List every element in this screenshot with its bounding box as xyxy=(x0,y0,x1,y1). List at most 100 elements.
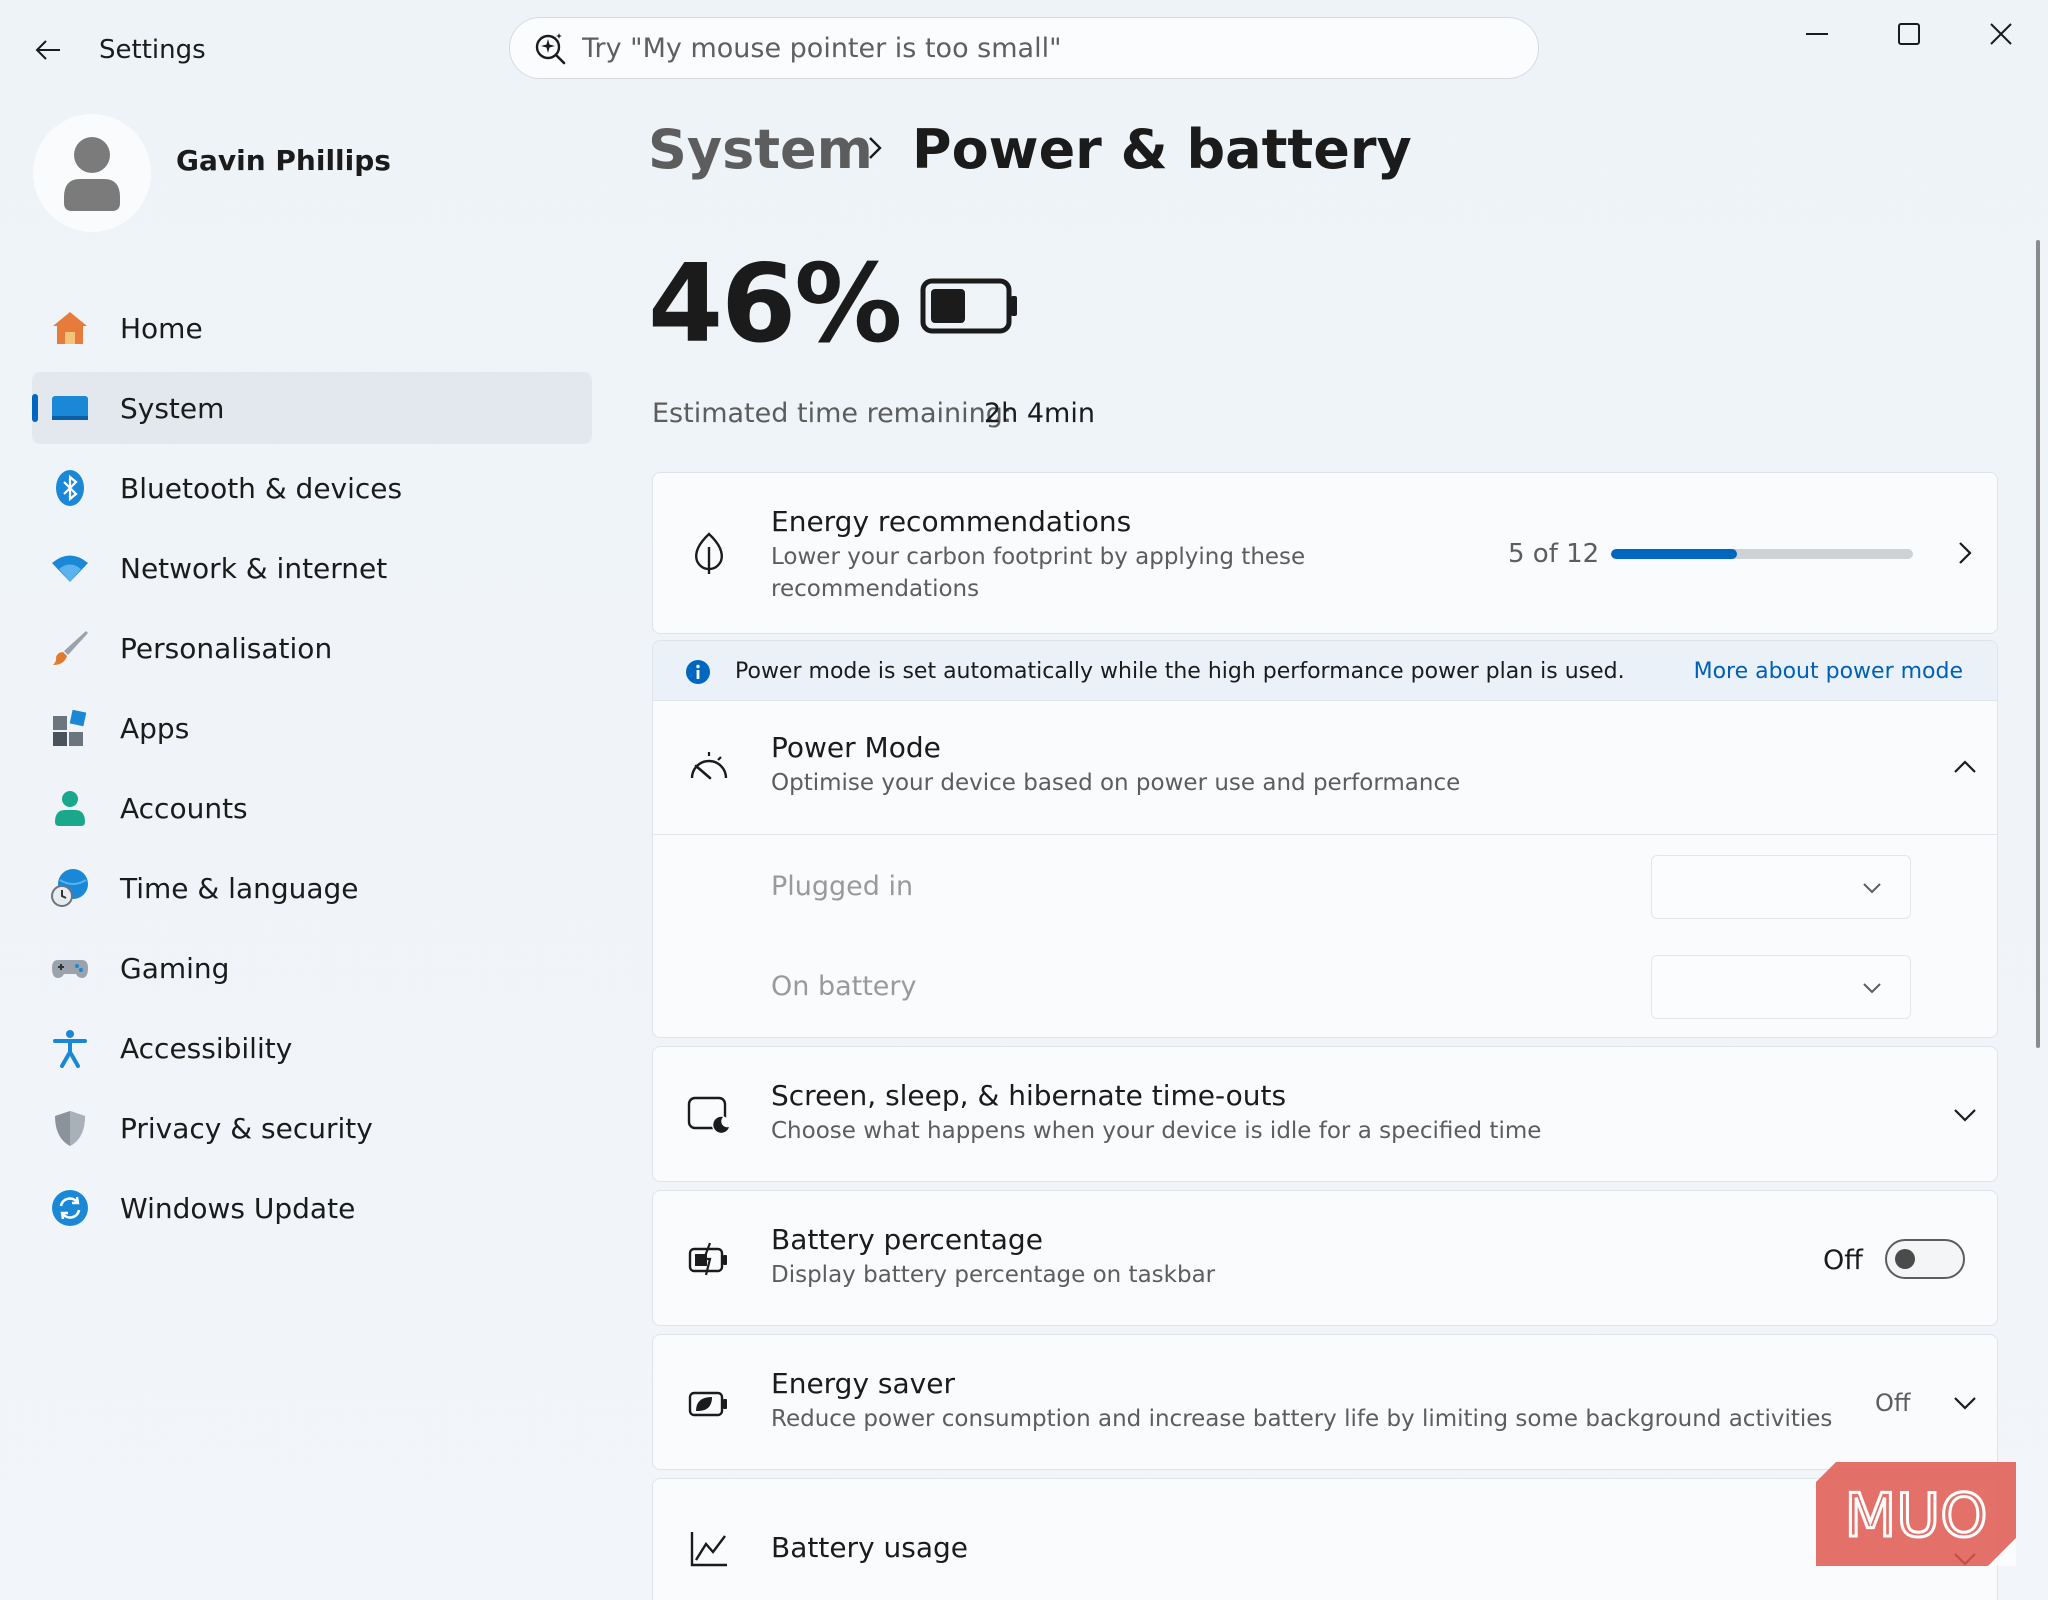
sidebar-item-label: Privacy & security xyxy=(120,1111,373,1145)
sidebar-item-system[interactable]: System xyxy=(32,372,592,444)
recommendations-progress-fill xyxy=(1611,549,1737,559)
more-about-power-mode-link[interactable]: More about power mode xyxy=(1694,659,1963,684)
energy-saver-card[interactable]: Energy saver Reduce power consumption an… xyxy=(652,1334,1998,1470)
shield-icon xyxy=(48,1106,92,1150)
accounts-icon xyxy=(48,786,92,830)
scrollbar[interactable] xyxy=(2036,240,2040,1048)
user-name: Gavin Phillips xyxy=(176,144,391,177)
battery-usage-card[interactable]: Battery usage xyxy=(652,1478,1998,1600)
energy-saver-title: Energy saver xyxy=(771,1367,955,1400)
sidebar-item-windows-update[interactable]: Windows Update xyxy=(32,1172,592,1244)
chevron-down-icon xyxy=(1947,1097,1983,1133)
screen-moon-icon xyxy=(687,1093,731,1137)
sidebar-item-label: Apps xyxy=(120,711,190,745)
battery-percentage-toggle[interactable] xyxy=(1885,1239,1965,1279)
sidebar-item-label: Accounts xyxy=(120,791,248,825)
search-box[interactable] xyxy=(509,17,1539,79)
close-icon xyxy=(1990,23,2012,45)
screen-sleep-card[interactable]: Screen, sleep, & hibernate time-outs Cho… xyxy=(652,1046,1998,1182)
accessibility-icon xyxy=(48,1026,92,1070)
sidebar-item-network[interactable]: Network & internet xyxy=(32,532,592,604)
collapse-chevron-up-button[interactable] xyxy=(1947,749,1983,785)
recommendations-progress-bar xyxy=(1611,549,1913,559)
avatar[interactable] xyxy=(33,114,151,232)
update-icon xyxy=(48,1186,92,1230)
sidebar-item-label: Network & internet xyxy=(120,551,388,585)
chevron-down-icon xyxy=(1854,870,1890,906)
back-button[interactable] xyxy=(28,30,68,70)
breadcrumb-chevron-icon xyxy=(860,128,890,168)
wifi-icon xyxy=(48,546,92,590)
user-avatar-icon xyxy=(64,137,120,211)
sidebar-item-accounts[interactable]: Accounts xyxy=(32,772,592,844)
energy-saver-state: Off xyxy=(1875,1389,1911,1417)
maximize-button[interactable] xyxy=(1874,12,1944,56)
sidebar-item-label: Bluetooth & devices xyxy=(120,471,403,505)
minimize-button[interactable] xyxy=(1782,12,1852,56)
maximize-icon xyxy=(1898,23,1920,45)
recommendations-count: 5 of 12 xyxy=(1508,539,1600,569)
sidebar-item-label: System xyxy=(120,391,225,425)
sidebar-item-gaming[interactable]: Gaming xyxy=(32,932,592,1004)
page-title: Power & battery xyxy=(912,118,1412,181)
battery-usage-title: Battery usage xyxy=(771,1531,969,1564)
power-mode-info-bar: Power mode is set automatically while th… xyxy=(652,640,1998,702)
back-arrow-icon xyxy=(35,40,60,60)
sidebar-item-label: Windows Update xyxy=(120,1191,356,1225)
search-sparkle-icon xyxy=(530,28,570,68)
battery-percentage-card: Battery percentage Display battery perce… xyxy=(652,1190,1998,1326)
estimated-time-value: 2h 4min xyxy=(984,398,1095,429)
energy-recommendations-card[interactable]: Energy recommendations Lower your carbon… xyxy=(652,472,1998,634)
info-text: Power mode is set automatically while th… xyxy=(735,659,1625,684)
minimize-icon xyxy=(1806,33,1828,35)
sidebar-item-home[interactable]: Home xyxy=(32,292,592,364)
plugged-in-label: Plugged in xyxy=(771,871,914,902)
sidebar-item-label: Accessibility xyxy=(120,1031,293,1065)
app-title: Settings xyxy=(99,35,206,65)
energy-recommendations-subtitle-line1: Lower your carbon footprint by applying … xyxy=(771,544,1306,570)
watermark-text: MUO xyxy=(1845,1481,1988,1551)
battery-icon xyxy=(920,278,1020,338)
chevron-down-icon xyxy=(1854,970,1890,1006)
close-button[interactable] xyxy=(1966,12,2036,56)
search-input[interactable] xyxy=(582,32,1482,64)
divider xyxy=(653,834,1997,835)
muo-watermark-logo: MUO xyxy=(1816,1462,2016,1566)
energy-recommendations-title: Energy recommendations xyxy=(771,505,1132,538)
apps-icon xyxy=(48,706,92,750)
screen-sleep-subtitle: Choose what happens when your device is … xyxy=(771,1118,1542,1144)
paintbrush-icon xyxy=(48,626,92,670)
battery-percentage-subtitle: Display battery percentage on taskbar xyxy=(771,1262,1216,1288)
plugged-in-select[interactable] xyxy=(1651,855,1911,919)
line-chart-icon xyxy=(687,1527,731,1571)
on-battery-select[interactable] xyxy=(1651,955,1911,1019)
bluetooth-icon xyxy=(48,466,92,510)
estimated-time-label: Estimated time remaining: xyxy=(652,398,1012,429)
toggle-knob xyxy=(1895,1249,1915,1269)
sidebar-item-label: Home xyxy=(120,311,203,345)
energy-saver-subtitle: Reduce power consumption and increase ba… xyxy=(771,1406,1833,1432)
sidebar-item-label: Gaming xyxy=(120,951,230,985)
battery-charging-icon xyxy=(687,1237,731,1281)
gauge-icon xyxy=(687,745,731,789)
breadcrumb-parent[interactable]: System xyxy=(648,118,873,181)
power-mode-title: Power Mode xyxy=(771,731,941,764)
sidebar-item-personalisation[interactable]: Personalisation xyxy=(32,612,592,684)
energy-recommendations-subtitle-line2: recommendations xyxy=(771,576,980,602)
sidebar-item-privacy-security[interactable]: Privacy & security xyxy=(32,1092,592,1164)
on-battery-label: On battery xyxy=(771,971,917,1002)
energy-saver-icon xyxy=(687,1381,731,1425)
battery-percentage-state: Off xyxy=(1823,1245,1863,1276)
info-icon xyxy=(686,660,710,684)
gamepad-icon xyxy=(48,946,92,990)
sidebar-item-apps[interactable]: Apps xyxy=(32,692,592,764)
battery-percentage-title: Battery percentage xyxy=(771,1223,1043,1256)
sidebar-item-bluetooth[interactable]: Bluetooth & devices xyxy=(32,452,592,524)
sidebar-item-time-language[interactable]: Time & language xyxy=(32,852,592,924)
chevron-right-icon xyxy=(1947,535,1983,571)
power-mode-card: Power Mode Optimise your device based on… xyxy=(652,700,1998,1038)
sidebar-item-accessibility[interactable]: Accessibility xyxy=(32,1012,592,1084)
leaf-icon xyxy=(687,531,731,575)
home-icon xyxy=(48,306,92,350)
battery-percent: 46% xyxy=(648,242,903,367)
